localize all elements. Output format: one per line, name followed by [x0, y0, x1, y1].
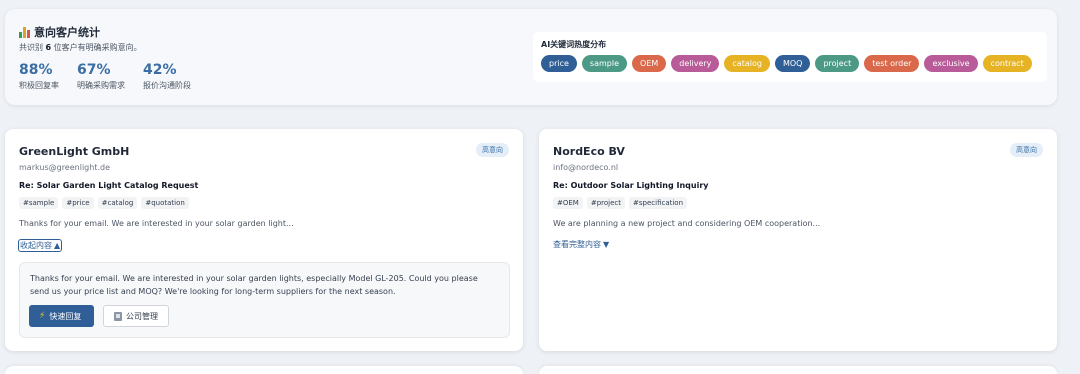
keyword-pill-project[interactable]: project [815, 55, 860, 72]
customer-card-greenlight: GreenLight GmbH 高意向 markus@greenlight.de… [5, 129, 523, 351]
tag: #catalog [97, 197, 138, 209]
tag-list: #sample #price #catalog #quotation [19, 197, 189, 209]
keyword-pill-moq[interactable]: MOQ [774, 55, 811, 72]
keyword-pill-price[interactable]: price [541, 55, 577, 72]
company-manage-button[interactable]: 公司管理 [103, 305, 169, 327]
keyword-pill-catalog[interactable]: catalog [724, 55, 770, 72]
tag: #quotation [141, 197, 189, 209]
summary-title: 意向客户统计 [34, 26, 100, 39]
customer-name: GreenLight GmbH [19, 145, 130, 158]
email-subject: Re: Outdoor Solar Lighting Inquiry [553, 181, 709, 190]
next-card-edge [5, 366, 523, 374]
keyword-pill-exclusive[interactable]: exclusive [924, 55, 978, 72]
tag: #price [62, 197, 94, 209]
keyword-pill-oem[interactable]: OEM [632, 55, 667, 72]
summary-subtitle: 共识别 6 位客户有明确采购意向。 [19, 43, 142, 52]
customer-count: 6 [45, 43, 52, 52]
tag: #sample [19, 197, 59, 209]
full-email-text: Thanks for your email. We are interested… [30, 274, 478, 296]
intent-summary-panel: 意向客户统计 共识别 6 位客户有明确采购意向。 88% 积极回复率 67% 明… [5, 9, 1057, 105]
intent-badge: 高意向 [476, 143, 509, 157]
keyword-pill-test-order[interactable]: test order [864, 55, 920, 72]
keyword-pill-delivery[interactable]: delivery [671, 55, 720, 72]
email-subject: Re: Solar Garden Light Catalog Request [19, 181, 199, 190]
stat-clear-demand: 67% 明确采购需求 [77, 62, 125, 90]
intent-badge: 高意向 [1010, 143, 1043, 157]
email-preview: Thanks for your email. We are interested… [19, 219, 294, 228]
stat-quote-stage: 42% 报价沟通阶段 [143, 62, 191, 90]
tag: #specification [629, 197, 688, 209]
quick-reply-button[interactable]: ⚡ 快速回复 [29, 305, 94, 327]
keyword-heat-title: AI关键词热度分布 [541, 40, 607, 49]
customer-name: NordEco BV [553, 145, 625, 158]
tag: #project [586, 197, 626, 209]
tag-list: #OEM #project #specification [553, 197, 688, 209]
collapse-content-link[interactable]: 收起内容 ▲ [17, 239, 63, 252]
keyword-pill-sample[interactable]: sample [581, 55, 628, 72]
lightning-icon: ⚡ [39, 311, 46, 321]
keyword-list: price sample OEM delivery catalog MOQ project t… [541, 55, 1032, 72]
keyword-heat-box: AI关键词热度分布 price sample OEM delivery catalog M… [533, 32, 1047, 82]
bar-chart-icon [19, 26, 30, 38]
stats-row: 88% 积极回复率 67% 明确采购需求 42% 报价沟通阶段 [19, 62, 191, 91]
tag: #OEM [553, 197, 583, 209]
full-email-panel: Thanks for your email. We are interested… [19, 262, 510, 338]
email-preview: We are planning a new project and consid… [553, 219, 821, 228]
summary-title-row: 意向客户统计 [19, 24, 100, 40]
stat-positive-reply: 88% 积极回复率 [19, 62, 59, 90]
customer-card-nordeco: NordEco BV 高意向 info@nordeco.nl Re: Outdo… [539, 129, 1057, 351]
next-card-edge [539, 366, 1057, 374]
customer-email: markus@greenlight.de [19, 163, 110, 172]
building-icon [114, 311, 122, 321]
chevron-down-icon: ▼ [603, 240, 610, 249]
view-full-content-link[interactable]: 查看完整内容 ▼ [553, 239, 609, 250]
chevron-up-icon: ▲ [54, 241, 61, 250]
customer-email: info@nordeco.nl [553, 163, 619, 172]
keyword-pill-contract[interactable]: contract [982, 55, 1032, 72]
